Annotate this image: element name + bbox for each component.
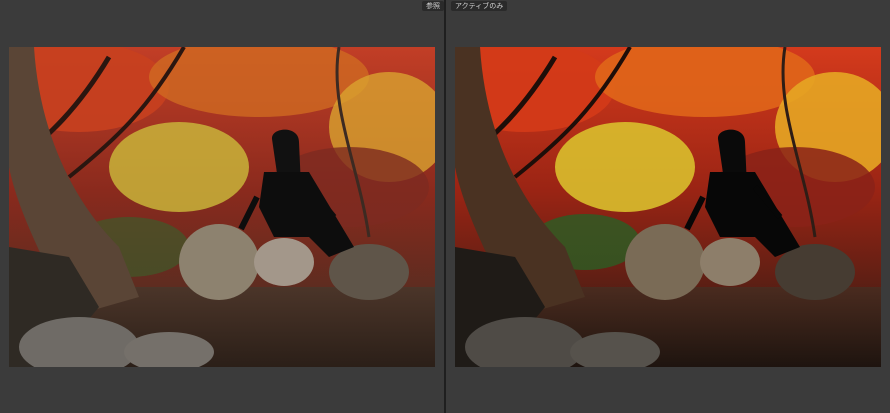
active-photo-pane[interactable]	[455, 47, 881, 367]
reference-label[interactable]: 参照	[422, 1, 444, 11]
reference-photo-pane[interactable]	[9, 47, 435, 367]
active-only-label[interactable]: アクティブのみ	[451, 1, 508, 11]
photo-compare-window: 参照 アクティブのみ	[0, 0, 890, 413]
reference-photo	[9, 47, 435, 367]
active-photo	[455, 47, 881, 367]
pane-divider[interactable]	[444, 0, 446, 413]
